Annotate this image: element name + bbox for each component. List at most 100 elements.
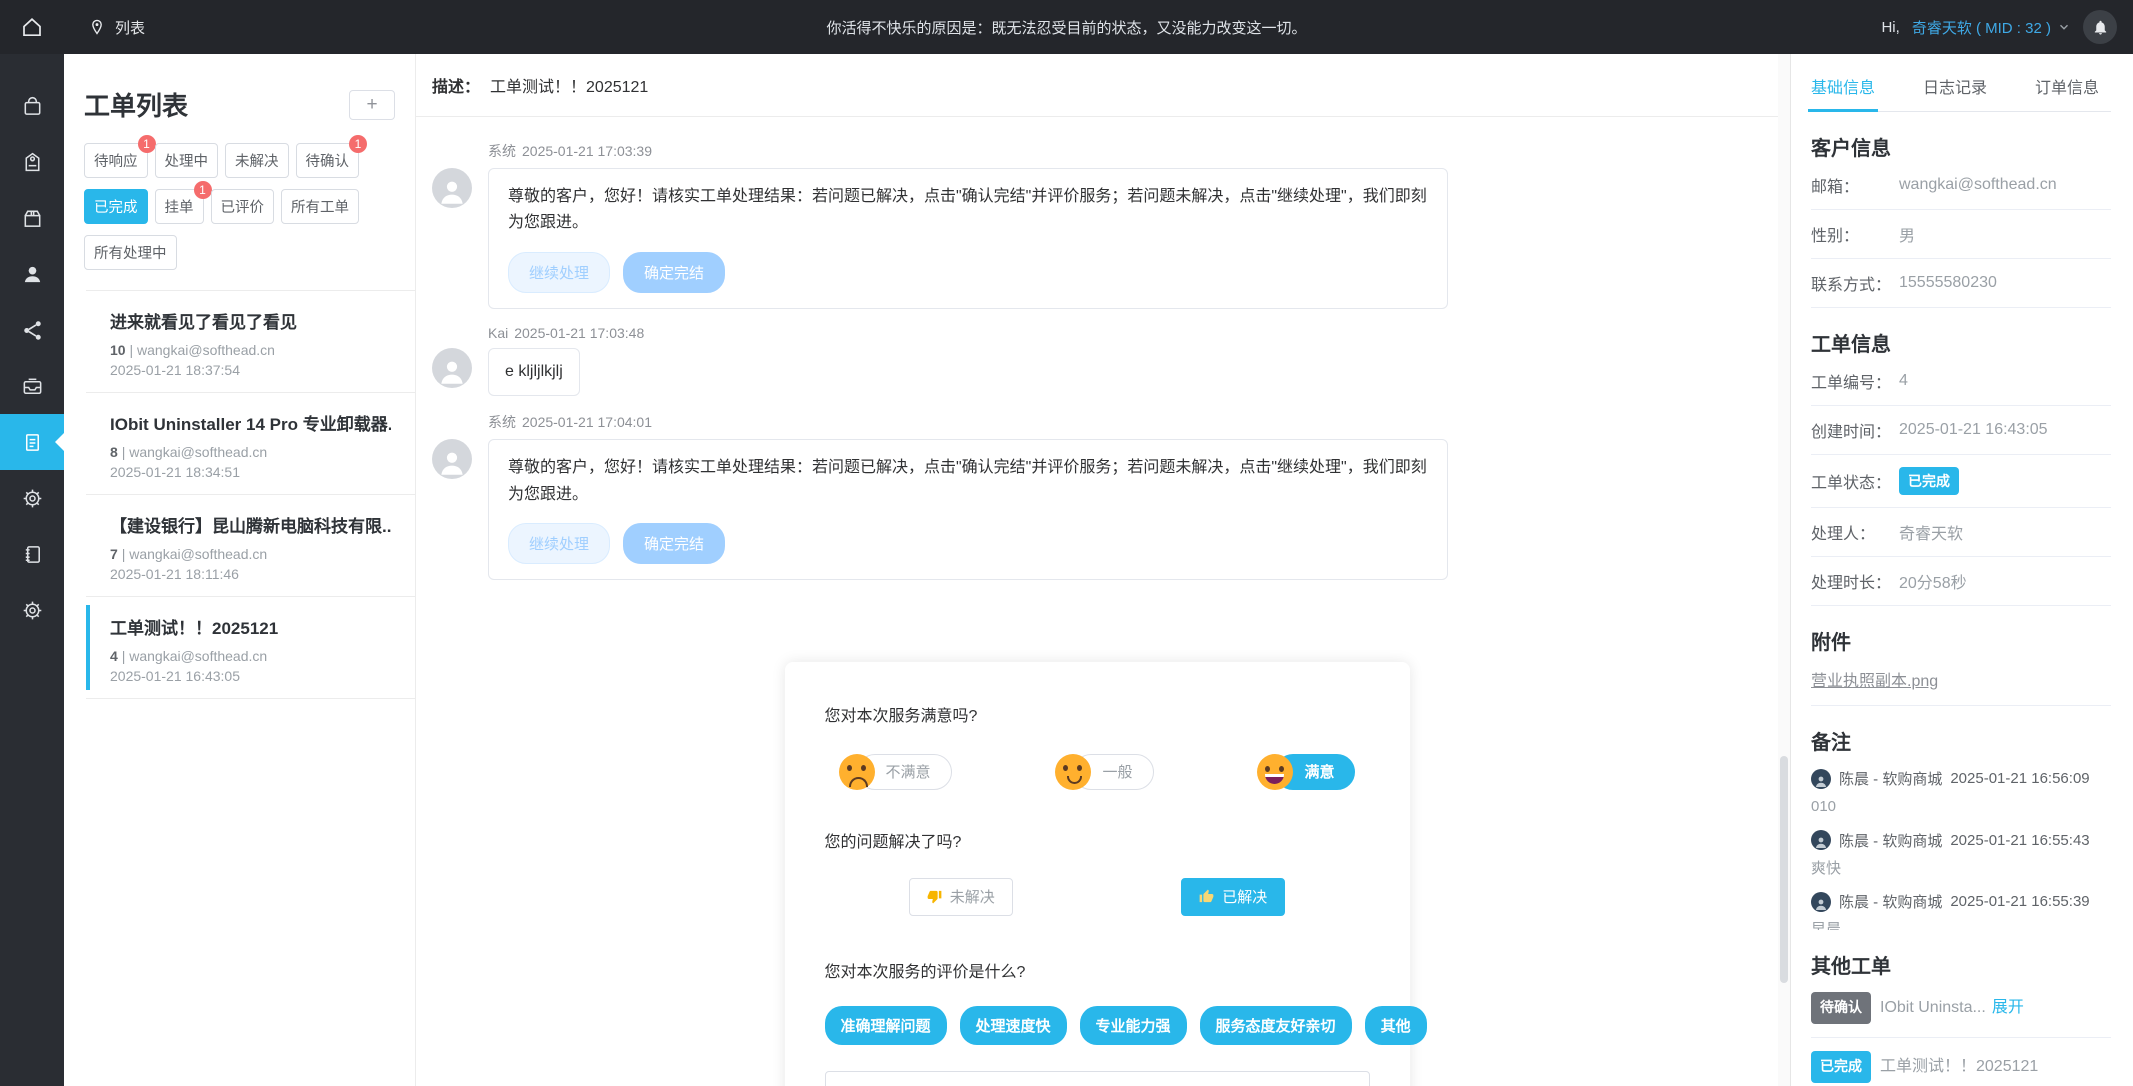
- evaluation-question: 您对本次服务的评价是什么?: [825, 958, 1370, 982]
- filter-completed[interactable]: 已完成: [84, 189, 148, 224]
- message-time: 2025-01-21 17:04:01: [522, 414, 652, 430]
- option-neutral[interactable]: 一般: [1055, 754, 1153, 790]
- status-filter-chips: 待响应1 处理中 未解决 待确认1 已完成 挂单1 已评价 所有工单 所有处理中: [64, 143, 415, 270]
- filter-pending-confirm[interactable]: 待确认1: [296, 143, 360, 178]
- resolved-question: 您的问题解决了吗?: [825, 828, 1370, 852]
- tag-friendly-attitude[interactable]: 服务态度友好亲切: [1200, 1006, 1352, 1045]
- person-icon: [435, 445, 469, 479]
- rail-item-tickets[interactable]: [0, 414, 64, 470]
- satisfaction-question: 您对本次服务满意吗?: [825, 702, 1370, 726]
- user-name-label: 奇睿天软 ( MID : 32 ): [1912, 17, 2051, 38]
- detail-tabs: 基础信息 日志记录 订单信息: [1811, 54, 2111, 112]
- rail-item-products[interactable]: [0, 190, 64, 246]
- tab-order-info[interactable]: 订单信息: [2035, 74, 2099, 111]
- avatar: [432, 439, 472, 479]
- option-unsatisfied[interactable]: 不满意: [839, 754, 952, 790]
- resolved-button[interactable]: 已解决: [1181, 878, 1285, 916]
- filter-all-tickets[interactable]: 所有工单: [281, 189, 359, 224]
- rail-item-customers[interactable]: [0, 246, 64, 302]
- other-tickets-title: 其他工单: [1811, 950, 2111, 979]
- ticket-list-item[interactable]: 进来就看见了看见了看见 10 | wangkai@softhead.cn 202…: [86, 291, 415, 393]
- rail-item-settings[interactable]: [0, 470, 64, 526]
- info-row-phone: 联系方式：15555580230: [1811, 259, 2111, 308]
- tag-accurate-understanding[interactable]: 准确理解问题: [825, 1006, 947, 1045]
- rail-item-tags[interactable]: [0, 134, 64, 190]
- filter-rated[interactable]: 已评价: [211, 189, 275, 224]
- current-page-tab[interactable]: 列表: [88, 17, 145, 38]
- note-item: 陈晨 - 软购商城 2025-01-21 16:56:09 010: [1811, 768, 2111, 817]
- filter-all-processing[interactable]: 所有处理中: [84, 235, 177, 270]
- note-author: 陈晨 - 软购商城: [1839, 768, 1942, 789]
- tab-basic-info[interactable]: 基础信息: [1811, 74, 1875, 111]
- info-row-email: 邮箱：wangkai@softhead.cn: [1811, 161, 2111, 210]
- main-area: 工单列表 + 待响应1 处理中 未解决 待确认1 已完成 挂单1 已评价 所有工…: [64, 54, 2133, 1086]
- ticket-list-item-selected[interactable]: 工单测试！！2025121 4 | wangkai@softhead.cn 20…: [86, 597, 415, 699]
- ticket-list-panel: 工单列表 + 待响应1 处理中 未解决 待确认1 已完成 挂单1 已评价 所有工…: [64, 54, 416, 1086]
- rail-item-share[interactable]: [0, 302, 64, 358]
- continue-processing-button[interactable]: 继续处理: [508, 252, 610, 293]
- expand-link[interactable]: 展开: [1992, 999, 2024, 1016]
- message-text: e kljljlkjlj: [505, 359, 563, 385]
- ticket-list-item[interactable]: 【建设银行】昆山腾新电脑科技有限... 7 | wangkai@softhead…: [86, 495, 415, 597]
- note-item: 陈晨 - 软购商城 2025-01-21 16:55:43 爽快: [1811, 830, 2111, 879]
- not-resolved-button[interactable]: 未解决: [909, 878, 1013, 916]
- status-badge: 已完成: [1899, 467, 1959, 495]
- option-satisfied[interactable]: 满意: [1257, 754, 1355, 790]
- count-badge: 1: [349, 135, 367, 153]
- system-message: 系统2025-01-21 17:03:39 尊敬的客户，您好！请核实工单处理结果…: [432, 141, 1762, 309]
- tab-log-records[interactable]: 日志记录: [1923, 74, 1987, 111]
- continue-processing-button[interactable]: 继续处理: [508, 523, 610, 564]
- note-avatar: [1811, 892, 1831, 912]
- home-button[interactable]: [0, 0, 64, 54]
- scrollbar-thumb[interactable]: [1780, 756, 1788, 983]
- rail-item-knowledge[interactable]: [0, 526, 64, 582]
- satisfaction-options: 不满意 一般 满意: [825, 754, 1370, 790]
- tag-icon: [21, 151, 44, 174]
- info-row-duration: 处理时长：20分58秒: [1811, 557, 2111, 606]
- note-content: 爽快: [1811, 859, 2111, 879]
- filter-pending-response[interactable]: 待响应1: [84, 143, 148, 178]
- rail-item-system-settings[interactable]: [0, 582, 64, 638]
- count-badge: 1: [138, 135, 156, 153]
- note-content: 010: [1811, 797, 2111, 817]
- description-value: 工单测试！！2025121: [490, 79, 648, 96]
- gear-icon: [21, 487, 44, 510]
- add-ticket-button[interactable]: +: [349, 90, 395, 120]
- filter-processing[interactable]: 处理中: [155, 143, 219, 178]
- sad-face-icon: [839, 754, 875, 790]
- rail-item-inbox[interactable]: [0, 358, 64, 414]
- comment-input[interactable]: 牛逼！！！: [825, 1071, 1370, 1086]
- service-rating-card: 您对本次服务满意吗? 不满意 一般 满意 您的问题解决了吗?: [785, 662, 1410, 1086]
- confirm-complete-button[interactable]: 确定完结: [623, 523, 725, 564]
- user-menu[interactable]: 奇睿天软 ( MID : 32 ): [1912, 17, 2071, 38]
- message-sender: 系统: [488, 143, 516, 159]
- note-avatar: [1811, 769, 1831, 789]
- note-time: 2025-01-21 16:55:39: [1950, 893, 2089, 910]
- confirm-complete-button[interactable]: 确定完结: [623, 252, 725, 293]
- user-icon: [21, 263, 44, 286]
- user-area: Hi, 奇睿天软 ( MID : 32 ): [1881, 10, 2133, 44]
- ticket-list: 进来就看见了看见了看见 10 | wangkai@softhead.cn 202…: [86, 290, 415, 699]
- notes-title: 备注: [1811, 726, 2111, 755]
- notebook-icon: [21, 543, 44, 566]
- filter-on-hold[interactable]: 挂单1: [155, 189, 204, 224]
- ticket-description: 描述：工单测试！！2025121: [416, 54, 1778, 117]
- message-sender: Kai: [488, 325, 508, 341]
- ticket-list-item[interactable]: IObit Uninstaller 14 Pro 专业卸载器... 8 | wa…: [86, 393, 415, 495]
- message-text: 尊敬的客户，您好！请核实工单处理结果：若问题已解决，点击"确认完结"并评价服务；…: [508, 455, 1428, 508]
- tag-fast-processing[interactable]: 处理速度快: [960, 1006, 1067, 1045]
- document-icon: [21, 431, 44, 454]
- filter-unresolved[interactable]: 未解决: [225, 143, 289, 178]
- rail-item-shop[interactable]: [0, 78, 64, 134]
- detail-panel: 基础信息 日志记录 订单信息 客户信息 邮箱：wangkai@softhead.…: [1790, 54, 2133, 1086]
- conversation-scrollbar: [1778, 54, 1790, 1086]
- note-author: 陈晨 - 软购商城: [1839, 830, 1942, 851]
- tag-other[interactable]: 其他: [1365, 1006, 1427, 1045]
- info-row-handler: 处理人：奇睿天软: [1811, 508, 2111, 557]
- message-bubble: 尊敬的客户，您好！请核实工单处理结果：若问题已解决，点击"确认完结"并评价服务；…: [488, 168, 1448, 309]
- attachment-link[interactable]: 营业执照副本.png: [1811, 673, 1938, 690]
- info-row-ticket-no: 工单编号：4: [1811, 357, 2111, 406]
- avatar: [432, 348, 472, 388]
- tag-professional[interactable]: 专业能力强: [1080, 1006, 1187, 1045]
- notifications-button[interactable]: [2083, 10, 2117, 44]
